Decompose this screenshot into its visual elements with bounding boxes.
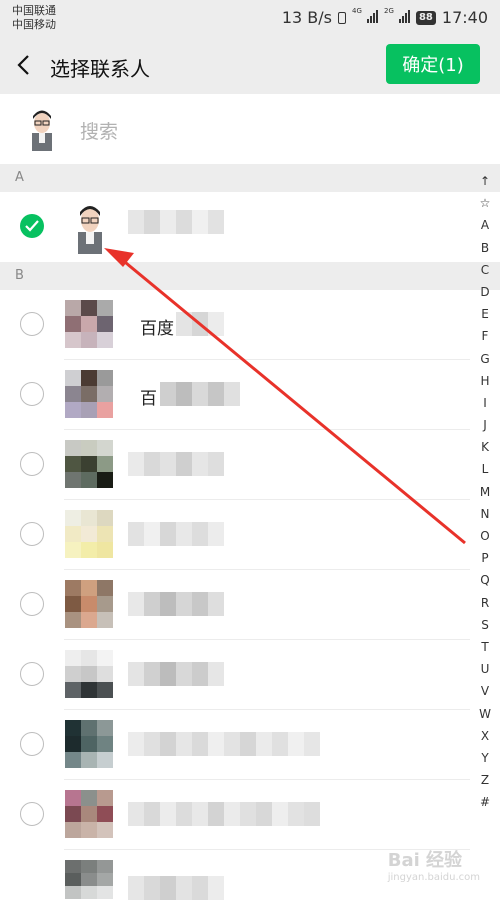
selected-avatar[interactable] bbox=[18, 107, 66, 151]
network-type-1: 4G bbox=[352, 7, 362, 15]
index-letter[interactable]: W bbox=[479, 703, 491, 725]
search-bar[interactable]: 搜索 bbox=[0, 94, 500, 164]
network-speed: 13 B/s bbox=[281, 8, 332, 27]
index-letter[interactable]: C bbox=[481, 259, 489, 281]
unchecked-radio[interactable] bbox=[20, 592, 44, 616]
unchecked-radio[interactable] bbox=[20, 802, 44, 826]
section-header-a: A bbox=[0, 164, 500, 192]
index-letter[interactable]: N bbox=[481, 503, 490, 525]
unchecked-radio[interactable] bbox=[20, 662, 44, 686]
avatar-pixelated bbox=[65, 510, 113, 558]
signal-bars-icon bbox=[366, 9, 378, 23]
index-letter[interactable]: Q bbox=[480, 569, 489, 591]
index-letter[interactable]: # bbox=[480, 791, 490, 813]
alphabet-index[interactable]: ↑ ☆ A B C D E F G H I J K L M N O P Q R S T U V W X Y Z # bbox=[478, 170, 492, 813]
unchecked-radio[interactable] bbox=[20, 522, 44, 546]
avatar-pixelated bbox=[65, 860, 113, 908]
carrier-2: 中国移动 bbox=[12, 18, 56, 31]
index-letter[interactable]: S bbox=[481, 614, 489, 636]
contact-row[interactable]: 百度 bbox=[0, 290, 470, 360]
contact-row[interactable] bbox=[0, 500, 470, 570]
unchecked-radio[interactable] bbox=[20, 732, 44, 756]
page-title: 选择联系人 bbox=[50, 57, 150, 81]
index-letter[interactable]: Z bbox=[481, 769, 489, 791]
signal-1: 4G bbox=[352, 8, 378, 27]
contact-row[interactable] bbox=[0, 710, 470, 780]
index-letter[interactable]: R bbox=[481, 592, 489, 614]
index-letter[interactable]: T bbox=[481, 636, 488, 658]
vibrate-icon bbox=[338, 11, 346, 24]
watermark: Bai 经验 jingyan.baidu.com bbox=[388, 846, 480, 883]
index-letter[interactable]: A bbox=[481, 214, 489, 236]
network-type-2: 2G bbox=[383, 7, 394, 15]
index-letter[interactable]: K bbox=[481, 436, 489, 458]
signal-2: 2G bbox=[384, 8, 410, 27]
status-right: 13 B/s 4G 2G 88 17:40 bbox=[281, 8, 488, 28]
index-letter[interactable]: O bbox=[480, 525, 489, 547]
index-letter[interactable]: F bbox=[482, 325, 489, 347]
index-letter[interactable]: Y bbox=[481, 747, 488, 769]
contact-name: 百度 bbox=[140, 319, 174, 339]
avatar-pixelated bbox=[65, 370, 113, 418]
index-letter[interactable]: M bbox=[480, 481, 490, 503]
clock: 17:40 bbox=[441, 8, 488, 27]
index-letter[interactable]: ☆ bbox=[480, 192, 491, 214]
checked-icon[interactable] bbox=[20, 214, 44, 238]
contact-name-blurred bbox=[128, 452, 224, 476]
contact-row[interactable] bbox=[0, 640, 470, 710]
avatar-pixelated bbox=[65, 720, 113, 768]
signal-bars-icon bbox=[398, 9, 410, 23]
avatar-pixelated bbox=[65, 790, 113, 838]
section-letter: B bbox=[15, 268, 24, 283]
watermark-brand: Bai 经验 bbox=[387, 850, 463, 871]
index-letter[interactable]: J bbox=[483, 414, 487, 436]
avatar bbox=[68, 202, 112, 258]
unchecked-radio[interactable] bbox=[20, 452, 44, 476]
section-header-b: B bbox=[0, 262, 500, 290]
contact-name: 百 bbox=[140, 389, 157, 409]
status-bar: 中国联通 中国移动 13 B/s 4G 2G 88 17:40 bbox=[0, 0, 500, 36]
avatar-pixelated bbox=[65, 580, 113, 628]
unchecked-radio[interactable] bbox=[20, 312, 44, 336]
carrier-1: 中国联通 bbox=[12, 4, 56, 17]
contact-row[interactable] bbox=[0, 430, 470, 500]
index-letter[interactable]: L bbox=[482, 458, 489, 480]
back-arrow-icon[interactable] bbox=[16, 54, 30, 80]
contact-row[interactable] bbox=[0, 192, 470, 262]
avatar-pixelated bbox=[65, 650, 113, 698]
section-letter: A bbox=[15, 170, 24, 185]
contact-row[interactable] bbox=[0, 570, 470, 640]
index-letter[interactable]: U bbox=[481, 658, 490, 680]
top-bar: 选择联系人 确定(1) bbox=[0, 36, 500, 94]
contact-name-blurred bbox=[128, 732, 324, 756]
contact-name-blurred bbox=[128, 592, 224, 616]
index-letter[interactable]: V bbox=[481, 680, 489, 702]
index-letter[interactable]: E bbox=[481, 303, 489, 325]
contact-name-blurred bbox=[160, 382, 240, 406]
contact-name-blurred bbox=[128, 802, 324, 826]
battery-icon: 88 bbox=[415, 10, 436, 25]
index-letter[interactable]: H bbox=[480, 370, 489, 392]
contact-name-blurred bbox=[128, 876, 224, 900]
index-letter[interactable]: I bbox=[483, 392, 487, 414]
index-letter[interactable]: B bbox=[481, 237, 489, 259]
confirm-button[interactable]: 确定(1) bbox=[386, 44, 480, 84]
index-letter[interactable]: P bbox=[481, 547, 488, 569]
avatar-pixelated bbox=[65, 440, 113, 488]
index-letter[interactable]: X bbox=[481, 725, 489, 747]
index-letter[interactable]: D bbox=[480, 281, 489, 303]
search-input[interactable]: 搜索 bbox=[80, 117, 118, 144]
contact-row[interactable] bbox=[0, 780, 470, 850]
unchecked-radio[interactable] bbox=[20, 382, 44, 406]
contact-name-blurred bbox=[128, 210, 224, 234]
avatar-pixelated bbox=[65, 300, 113, 348]
contact-name-blurred bbox=[176, 312, 224, 336]
watermark-url: jingyan.baidu.com bbox=[387, 872, 480, 883]
contact-row[interactable]: 百 bbox=[0, 360, 470, 430]
contact-name-blurred bbox=[128, 662, 224, 686]
index-letter[interactable]: ↑ bbox=[480, 170, 490, 192]
index-letter[interactable]: G bbox=[480, 348, 489, 370]
contact-name-blurred bbox=[128, 522, 224, 546]
